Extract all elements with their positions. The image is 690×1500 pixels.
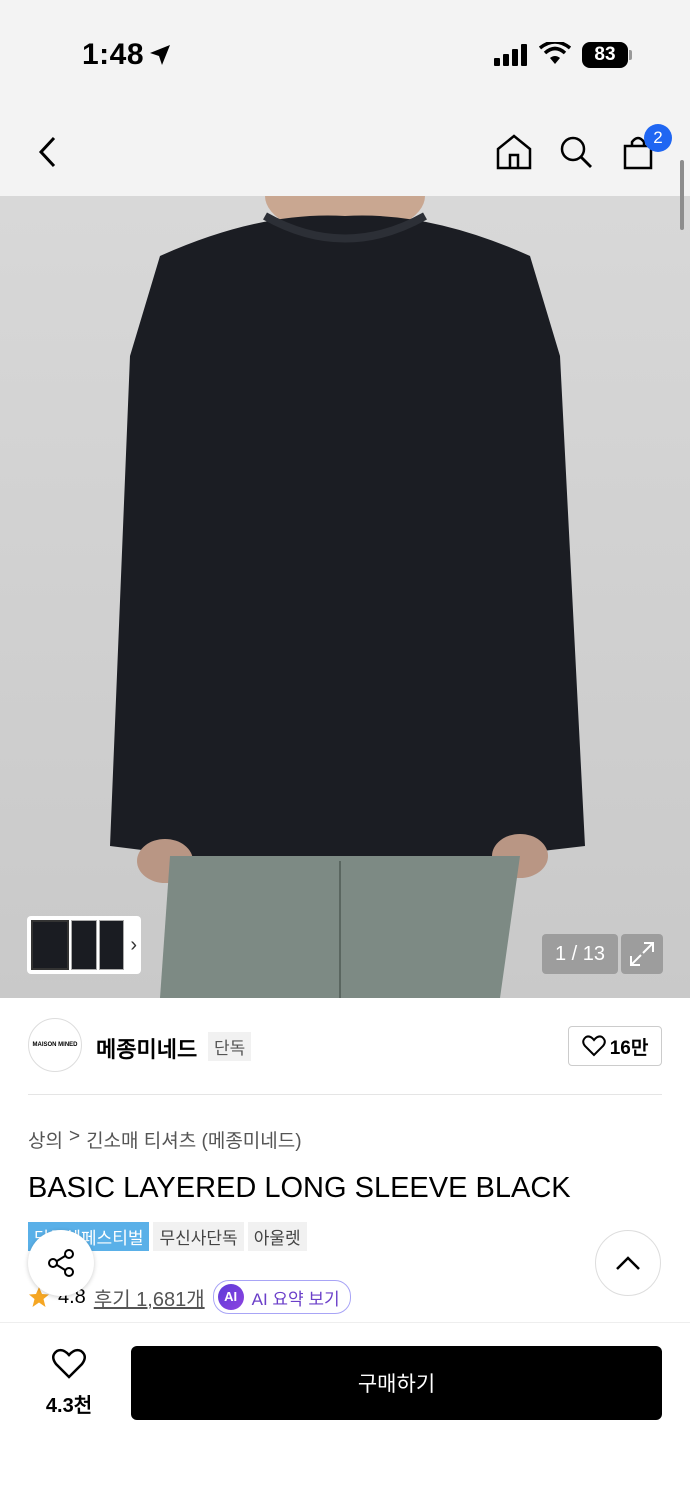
bottom-action-bar: 4.3천 구매하기 <box>0 1330 690 1430</box>
breadcrumb-separator: > <box>68 1126 81 1147</box>
battery-indicator: 83 <box>582 42 628 68</box>
cart-count-badge: 2 <box>644 124 672 152</box>
thumbnail-1[interactable] <box>31 920 69 970</box>
share-button[interactable] <box>28 1230 94 1296</box>
home-icon <box>496 134 532 170</box>
breadcrumb: 상의 > 긴소매 티셔츠 (메종미네드) <box>28 1126 302 1153</box>
status-bar: 1:48 83 <box>0 0 690 110</box>
heart-icon <box>581 1035 606 1057</box>
heart-icon <box>52 1348 86 1379</box>
tag-outlet: 아울렛 <box>247 1222 307 1251</box>
section-divider <box>28 1094 662 1095</box>
chevron-up-icon <box>616 1256 640 1270</box>
thumbnail-strip[interactable]: › <box>27 916 141 974</box>
tag-musinsa-exclusive: 무신사단독 <box>153 1222 244 1251</box>
top-nav: 2 <box>0 110 690 196</box>
brand-like-count: 16만 <box>609 1037 649 1059</box>
search-icon <box>560 136 592 168</box>
bottom-divider <box>0 1322 690 1323</box>
reviews-link[interactable]: 후기 1,681개 <box>94 1283 205 1312</box>
ai-summary-button[interactable]: AI AI 요약 보기 <box>212 1280 351 1314</box>
product-image[interactable]: › 1 / 13 <box>0 196 690 998</box>
thumbnail-3[interactable] <box>98 920 125 970</box>
location-arrow-icon <box>150 45 170 65</box>
breadcrumb-subcategory[interactable]: 긴소매 티셔츠 (메종미네드) <box>86 1126 302 1153</box>
chevron-right-icon[interactable]: › <box>130 934 137 957</box>
share-icon <box>48 1249 74 1277</box>
thumbnail-2[interactable] <box>70 920 97 970</box>
brand-name[interactable]: 메종미네드 <box>96 1032 197 1064</box>
ai-summary-label: AI 요약 보기 <box>251 1289 340 1309</box>
cart-button[interactable]: 2 <box>616 124 672 174</box>
expand-icon <box>630 942 654 966</box>
wishlist-button[interactable]: 4.3천 <box>40 1348 98 1418</box>
product-photo <box>110 196 585 998</box>
expand-button[interactable] <box>621 934 663 974</box>
breadcrumb-category[interactable]: 상의 <box>28 1126 63 1153</box>
battery-tip <box>629 50 632 60</box>
search-button[interactable] <box>554 130 598 174</box>
brand-row[interactable]: MAISON MINED 메종미네드 단독 16만 <box>28 1018 662 1074</box>
scroll-top-button[interactable] <box>595 1230 661 1296</box>
exclusive-badge: 단독 <box>208 1032 252 1061</box>
scroll-indicator[interactable] <box>680 160 684 230</box>
status-time: 1:48 <box>82 38 145 71</box>
wifi-icon <box>539 42 571 64</box>
brand-logo[interactable]: MAISON MINED <box>28 1018 82 1072</box>
image-page-counter: 1 / 13 <box>542 934 618 974</box>
product-title: BASIC LAYERED LONG SLEEVE BLACK <box>28 1172 571 1204</box>
buy-button[interactable]: 구매하기 <box>131 1346 662 1420</box>
cellular-signal-icon <box>494 44 527 66</box>
ai-icon: AI <box>217 1284 244 1310</box>
chevron-left-icon <box>38 136 56 168</box>
back-button[interactable] <box>26 130 70 174</box>
brand-like-button[interactable]: 16만 <box>568 1026 662 1066</box>
home-button[interactable] <box>492 130 536 174</box>
wishlist-count: 4.3천 <box>45 1395 93 1417</box>
